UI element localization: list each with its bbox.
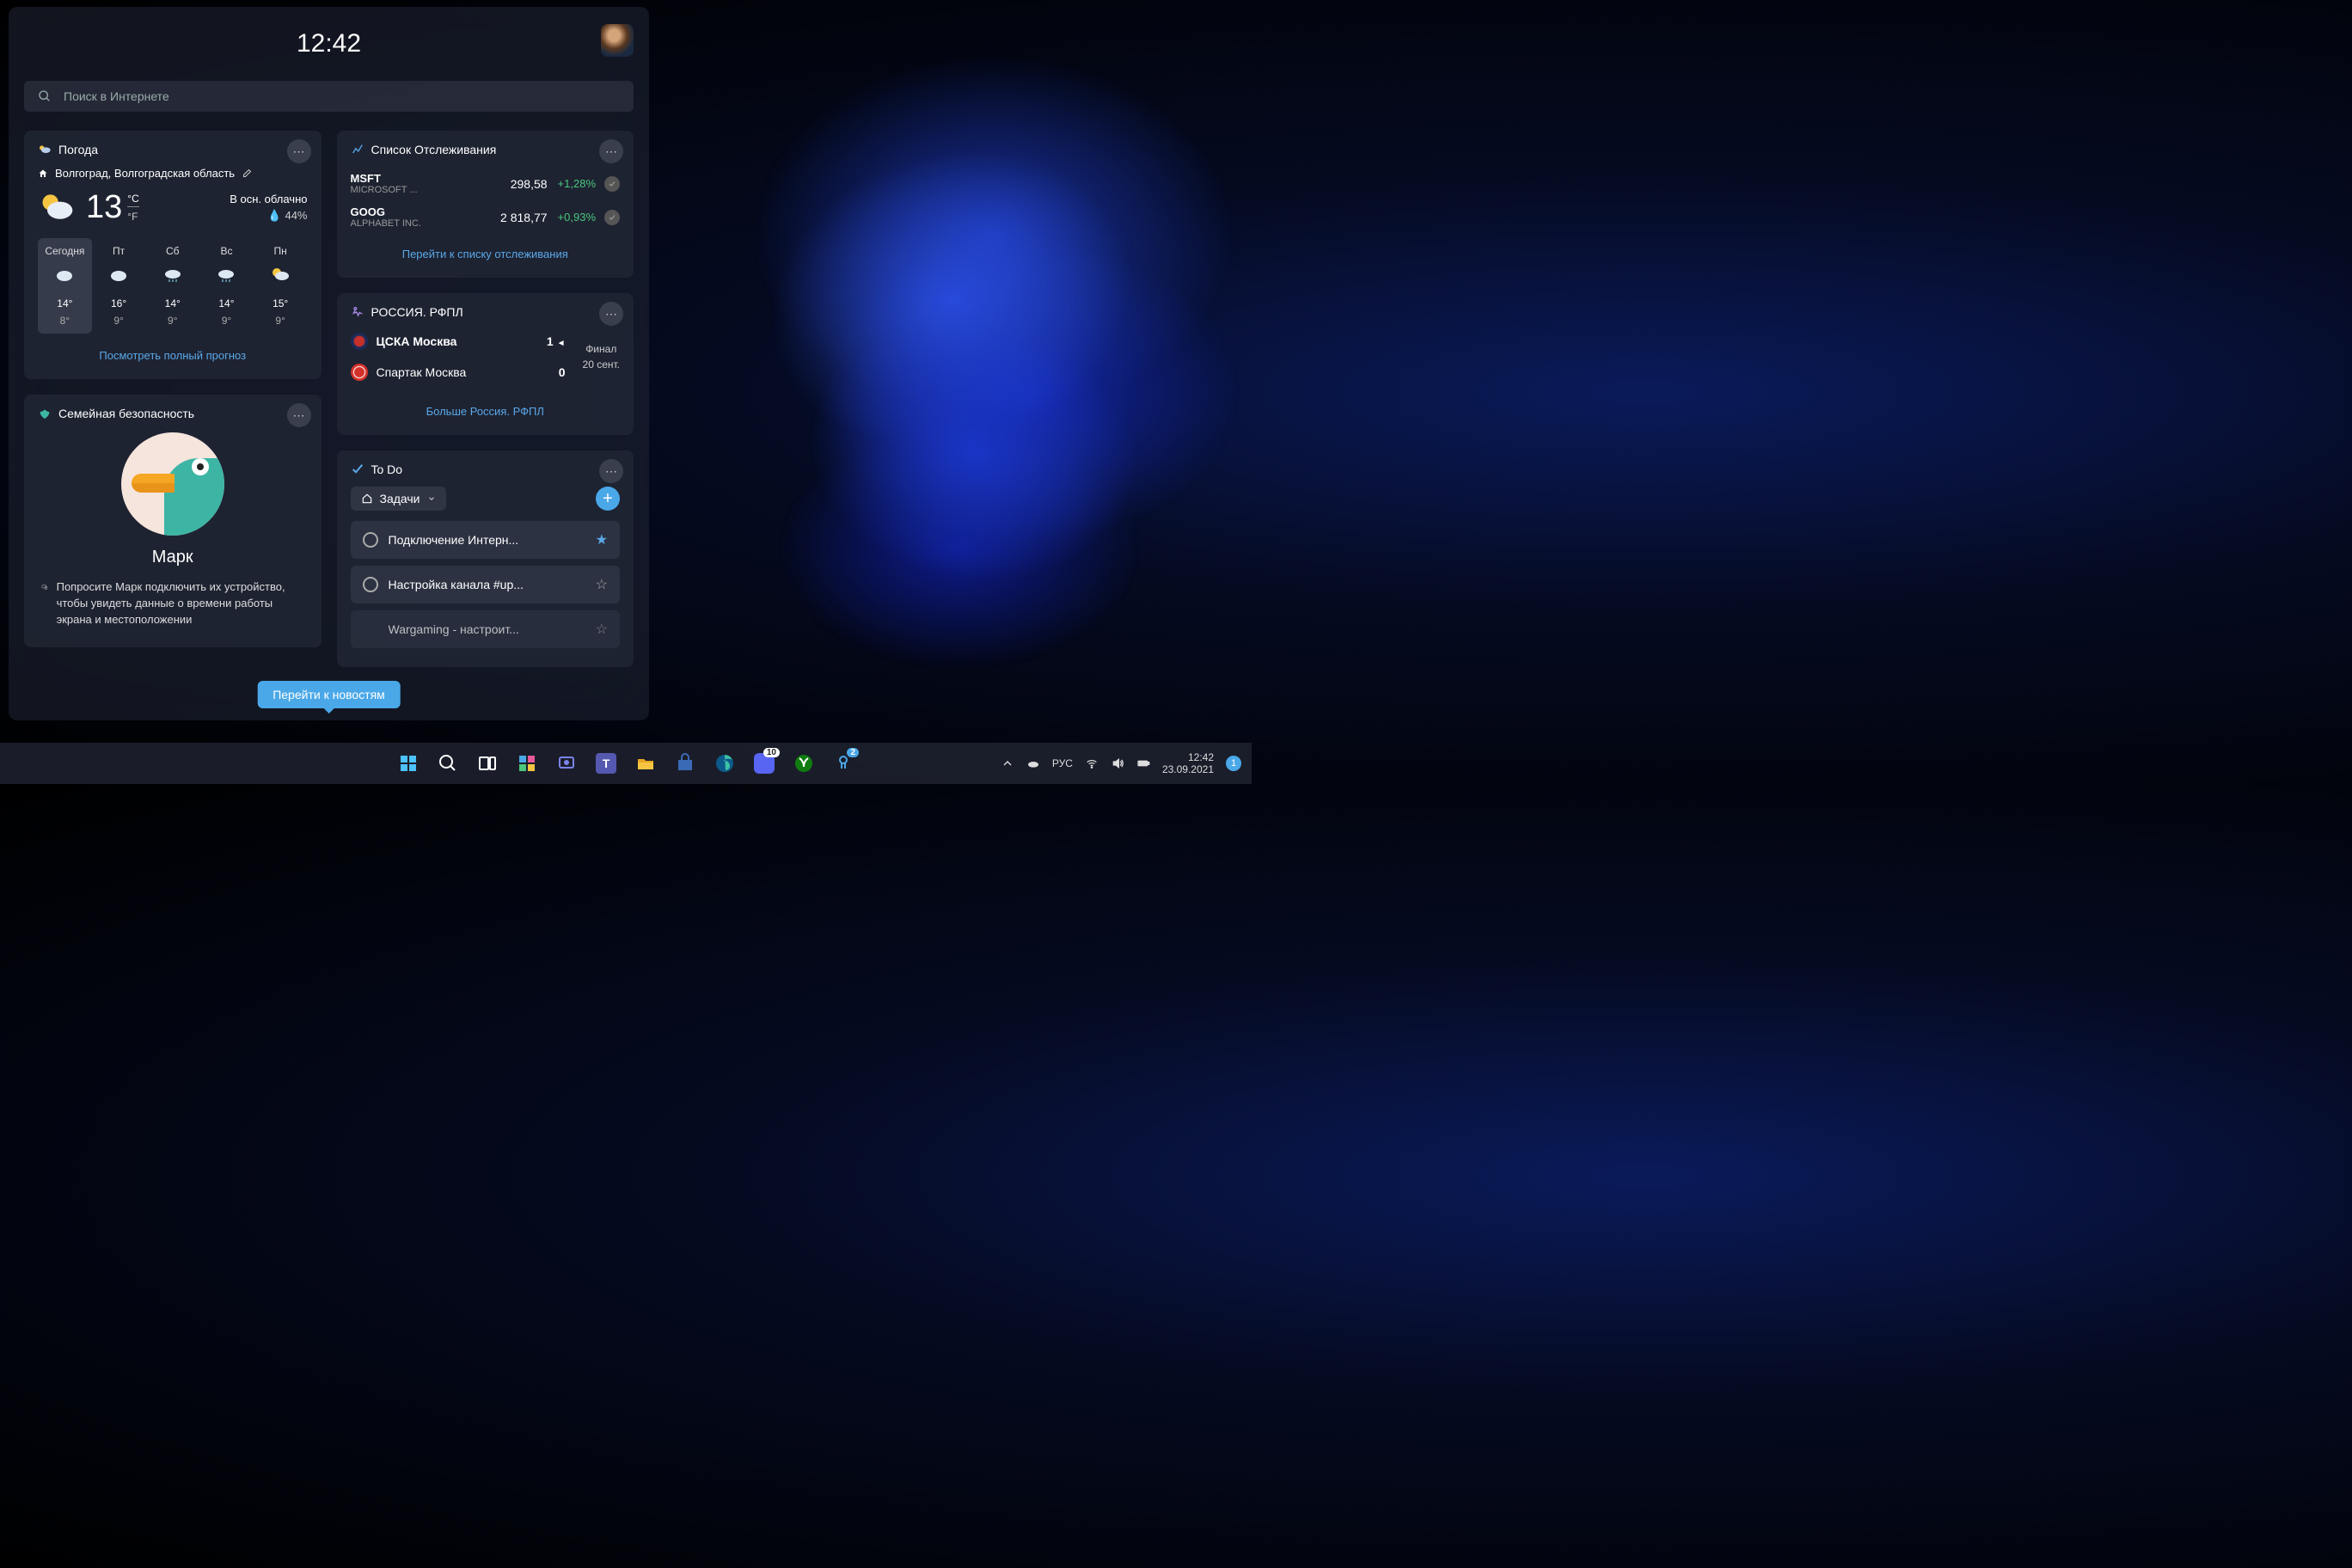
stocks-icon xyxy=(351,143,364,156)
task-item[interactable]: Wargaming - настроит... ☆ xyxy=(351,610,621,648)
search-icon xyxy=(38,89,52,103)
watchlist-title: Список Отслеживания xyxy=(371,143,497,156)
weather-card[interactable]: Погода ⋯ Волгоград, Волгоградская област… xyxy=(24,131,322,379)
home-icon xyxy=(38,168,48,179)
family-desc: Попросите Марк подключить их устройство,… xyxy=(57,579,304,628)
chevron-up-icon[interactable] xyxy=(1001,756,1014,770)
forecast-days: Сегодня14°8° Пт16°9° Сб14°9° Вс14°9° Пн1… xyxy=(38,238,308,334)
team-score: 1 ◄ xyxy=(547,334,573,348)
weather-full-forecast-link[interactable]: Посмотреть полный прогноз xyxy=(38,344,308,367)
current-weather-icon xyxy=(38,188,76,226)
add-task-button[interactable]: + xyxy=(596,487,620,511)
todo-icon xyxy=(351,462,364,476)
search-button[interactable] xyxy=(431,746,465,781)
task-view-button[interactable] xyxy=(470,746,505,781)
star-icon[interactable]: ★ xyxy=(596,531,608,548)
panel-clock: 12:42 xyxy=(297,29,361,58)
store-button[interactable] xyxy=(668,746,702,781)
start-button[interactable] xyxy=(391,746,426,781)
widgets-panel: 12:42 Поиск в Интернете Погода ⋯ Волгогр… xyxy=(9,7,649,720)
search-placeholder: Поиск в Интернете xyxy=(64,89,169,103)
forecast-day[interactable]: Вс14°9° xyxy=(199,238,254,334)
todo-menu-button[interactable]: ⋯ xyxy=(599,459,623,483)
widgets-button[interactable] xyxy=(510,746,544,781)
check-icon xyxy=(604,176,620,192)
chevron-down-icon xyxy=(427,494,436,503)
battery-icon[interactable] xyxy=(1136,756,1150,770)
weather-title: Погода xyxy=(58,143,98,156)
edit-icon[interactable] xyxy=(242,168,252,179)
check-icon xyxy=(604,210,620,225)
task-item[interactable]: Подключение Интерн... ★ xyxy=(351,521,621,559)
devices-icon xyxy=(41,579,48,595)
drop-icon: 💧 xyxy=(267,209,281,223)
forecast-day[interactable]: Пт16°9° xyxy=(92,238,146,334)
family-title: Семейная безопасность xyxy=(58,407,194,420)
sports-title: РОССИЯ. РФПЛ xyxy=(371,305,463,319)
sports-card[interactable]: РОССИЯ. РФПЛ ⋯ ЦСКА Москва 1 ◄ Спартак М… xyxy=(337,293,634,435)
task-item[interactable]: Настройка канала #up... ☆ xyxy=(351,566,621,603)
weather-condition: В осн. облачно 💧44% xyxy=(230,193,307,223)
forecast-day[interactable]: Пн15°9° xyxy=(254,238,308,334)
family-member-avatar xyxy=(121,432,224,536)
sports-menu-button[interactable]: ⋯ xyxy=(599,302,623,326)
team-logo-icon xyxy=(351,364,368,381)
forecast-day[interactable]: Сегодня14°8° xyxy=(38,238,92,334)
onedrive-icon[interactable] xyxy=(1026,756,1040,770)
family-member-name: Марк xyxy=(38,548,308,567)
family-icon xyxy=(38,407,52,420)
system-tray: РУС 12:42 23.09.2021 1 xyxy=(1001,751,1252,776)
weather-location[interactable]: Волгоград, Волгоградская область xyxy=(38,167,308,180)
chat-button[interactable] xyxy=(549,746,584,781)
team-name: Спартак Москва xyxy=(377,365,550,379)
unit-fahrenheit[interactable]: °F xyxy=(127,211,138,223)
watchlist-link[interactable]: Перейти к списку отслеживания xyxy=(351,242,621,266)
todo-card[interactable]: To Do ⋯ Задачи + Подключение Интерн... ★ xyxy=(337,450,634,667)
task-checkbox[interactable] xyxy=(363,532,378,548)
panel-header: 12:42 xyxy=(24,22,634,65)
sports-icon xyxy=(351,305,364,319)
home-icon xyxy=(361,493,373,505)
unit-celsius[interactable]: °C xyxy=(127,193,138,207)
stock-row[interactable]: GOOGALPHABET INC. 2 818,77 +0,93% xyxy=(351,200,621,234)
taskbar-clock[interactable]: 12:42 23.09.2021 xyxy=(1162,751,1214,776)
wallpaper-bloom xyxy=(650,0,1338,784)
taskbar-center: T 10 2 xyxy=(391,746,861,781)
search-box[interactable]: Поиск в Интернете xyxy=(24,81,634,112)
language-indicator[interactable]: РУС xyxy=(1052,757,1073,769)
match-meta: Финал 20 сент. xyxy=(573,343,620,371)
family-safety-card[interactable]: Семейная безопасность ⋯ Марк Попросите М… xyxy=(24,395,322,647)
edge-button[interactable] xyxy=(707,746,742,781)
discord-button[interactable]: 10 xyxy=(747,746,781,781)
watchlist-menu-button[interactable]: ⋯ xyxy=(599,139,623,163)
taskbar: T 10 2 РУС 12:42 23.09.2021 1 xyxy=(0,743,1252,784)
xbox-button[interactable] xyxy=(787,746,821,781)
watchlist-card[interactable]: Список Отслеживания ⋯ MSFTMICROSOFT ... … xyxy=(337,131,634,278)
star-icon[interactable]: ☆ xyxy=(596,576,608,593)
forecast-day[interactable]: Сб14°9° xyxy=(145,238,199,334)
task-checkbox[interactable] xyxy=(363,577,378,592)
notification-badge[interactable]: 1 xyxy=(1226,756,1241,771)
stock-row[interactable]: MSFTMICROSOFT ... 298,58 +1,28% xyxy=(351,167,621,200)
weather-icon xyxy=(38,143,52,156)
teams-button[interactable]: T xyxy=(589,746,623,781)
wifi-icon[interactable] xyxy=(1085,756,1099,770)
team-score: 0 xyxy=(559,365,573,379)
security-button[interactable]: 2 xyxy=(826,746,861,781)
explorer-button[interactable] xyxy=(628,746,663,781)
todo-list-selector[interactable]: Задачи xyxy=(351,487,446,511)
family-menu-button[interactable]: ⋯ xyxy=(287,403,311,427)
current-temp: 13 °C°F xyxy=(86,189,139,226)
team-logo-icon xyxy=(351,333,368,350)
volume-icon[interactable] xyxy=(1111,756,1124,770)
team-name: ЦСКА Москва xyxy=(377,334,538,348)
go-to-news-button[interactable]: Перейти к новостям xyxy=(257,681,401,708)
weather-menu-button[interactable]: ⋯ xyxy=(287,139,311,163)
sports-more-link[interactable]: Больше Россия. РФПЛ xyxy=(351,400,621,423)
star-icon[interactable]: ☆ xyxy=(596,621,608,638)
todo-title: To Do xyxy=(371,462,403,476)
user-avatar[interactable] xyxy=(601,24,634,57)
